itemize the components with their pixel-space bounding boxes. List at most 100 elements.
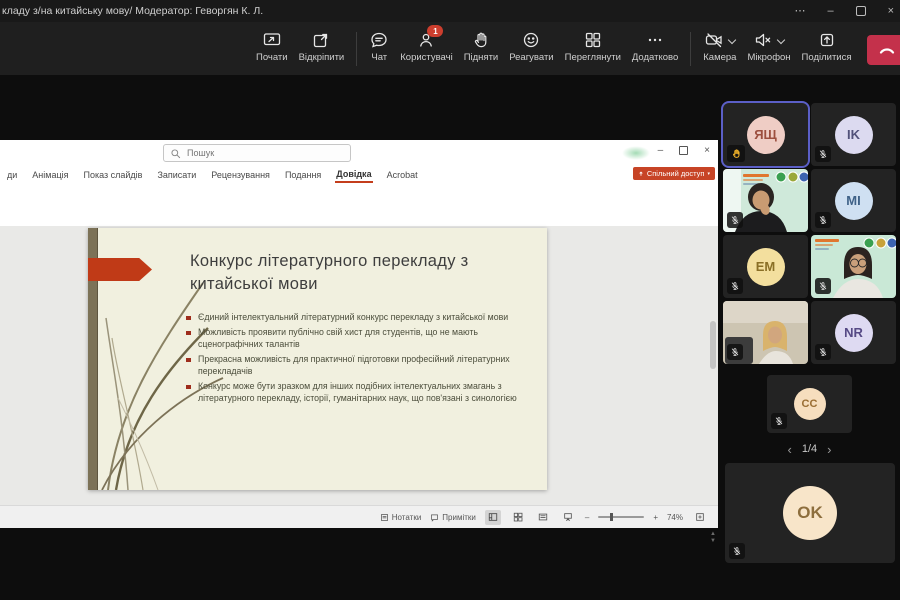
raise-hand-button[interactable]: Підняти: [460, 28, 503, 65]
avatar: ЯЩ: [747, 116, 785, 154]
toolbar-item-label: Реагувати: [509, 52, 553, 63]
participant-tile-ik[interactable]: IK: [811, 103, 896, 166]
participants-button[interactable]: 1 Користувачі: [396, 28, 456, 65]
previous-page-icon[interactable]: ‹: [788, 443, 792, 456]
chat-icon: [369, 30, 389, 50]
ppt-search-box[interactable]: [163, 144, 351, 162]
normal-view-button[interactable]: [485, 510, 501, 525]
tab-review[interactable]: Рецензування: [210, 168, 271, 182]
slide-bullet-list: Єдиний інтелектуальний літературний конк…: [186, 312, 544, 408]
slide-nav-arrows[interactable]: ▲▼: [709, 531, 717, 545]
zoom-slider[interactable]: [598, 516, 644, 518]
tab-record[interactable]: Записати: [156, 168, 197, 182]
scrollbar-thumb[interactable]: [710, 321, 716, 369]
tab-acrobat[interactable]: Acrobat: [386, 168, 419, 182]
reading-view-button[interactable]: [535, 510, 551, 525]
slide-bullet: Єдиний інтелектуальний літературний конк…: [186, 312, 544, 323]
chat-button[interactable]: Чат: [365, 28, 393, 65]
ppt-minimize-icon[interactable]: –: [658, 145, 664, 156]
avatar: OK: [783, 486, 837, 540]
participant-tile-mi[interactable]: MI: [811, 169, 896, 232]
leave-button[interactable]: Вийти: [867, 35, 900, 65]
tab-animation[interactable]: Анімація: [31, 168, 69, 182]
ppt-close-icon[interactable]: ×: [704, 145, 710, 156]
notes-toggle[interactable]: Нотатки: [380, 513, 422, 522]
comments-toggle[interactable]: Примітки: [430, 513, 476, 522]
ppt-share-label: Спільний доступ: [647, 169, 705, 178]
window-minimize-icon[interactable]: –: [827, 6, 833, 17]
zoom-in-button[interactable]: +: [653, 513, 658, 522]
toolbar-item-label: Поділитися: [802, 52, 852, 63]
mic-muted-icon: [815, 278, 831, 294]
tab-view[interactable]: Подання: [284, 168, 322, 182]
avatar: MI: [835, 182, 873, 220]
mic-muted-icon: [727, 212, 743, 228]
slide-bullet: Можливість проявити публічно свій хист д…: [186, 327, 544, 350]
camera-options-chevron-icon[interactable]: [728, 36, 736, 44]
window-titlebar: кладу з/на китайську мову/ Модератор: Ге…: [0, 0, 900, 22]
toolbar-item-label: Мікрофон: [747, 52, 790, 63]
ppt-status-bar: Нотатки Примітки –: [0, 505, 718, 528]
participant-tile-em[interactable]: EM: [723, 235, 808, 298]
teams-meeting-window: кладу з/на китайську мову/ Модератор: Ге…: [0, 0, 900, 600]
more-options-button[interactable]: Додатково: [628, 28, 682, 65]
participant-tile-video-2[interactable]: [811, 235, 896, 298]
zoom-percent[interactable]: 74%: [667, 513, 683, 522]
mic-muted-icon: [753, 30, 773, 50]
share-up-icon: [817, 30, 837, 50]
slide-bullet: Прекрасна можливість для практичної підг…: [186, 354, 544, 377]
share-screen-button[interactable]: Поділитися: [798, 28, 856, 65]
ppt-scrollbar[interactable]: ▲▼: [709, 316, 717, 586]
mic-muted-icon: [727, 278, 743, 294]
slide-bullet: Конкурс може бути зразком для інших поді…: [186, 381, 544, 404]
participant-tile-ok[interactable]: OK: [725, 463, 895, 563]
window-close-icon[interactable]: ×: [888, 6, 894, 17]
participant-tile-nr[interactable]: NR: [811, 301, 896, 364]
participant-tile-cc[interactable]: CC: [767, 375, 852, 433]
participant-tile-yashch[interactable]: ЯЩ: [723, 103, 808, 166]
slide-sorter-view-button[interactable]: [510, 510, 526, 525]
slide-arrow-accent: [88, 258, 152, 281]
next-page-icon[interactable]: ›: [827, 443, 831, 456]
raised-hand-icon: [727, 145, 745, 162]
microphone-options-chevron-icon[interactable]: [777, 36, 785, 44]
mic-muted-icon: [727, 344, 743, 360]
participant-tile-video-3[interactable]: [723, 301, 808, 364]
window-more-icon[interactable]: ⋯: [794, 6, 805, 17]
react-button[interactable]: Реагувати: [505, 28, 557, 65]
avatar: NR: [835, 314, 873, 352]
fit-to-window-button[interactable]: [692, 510, 708, 525]
participant-tile-video-1[interactable]: [723, 169, 808, 232]
tab-cutoff[interactable]: ди: [6, 168, 18, 182]
tab-slideshow[interactable]: Показ слайдів: [82, 168, 143, 182]
camera-button[interactable]: Камера: [699, 28, 740, 65]
view-button[interactable]: Переглянути: [561, 28, 625, 65]
search-input[interactable]: [185, 147, 329, 159]
zoom-out-button[interactable]: –: [585, 513, 589, 522]
window-maximize-icon[interactable]: [856, 6, 866, 16]
microphone-button[interactable]: Мікрофон: [743, 28, 794, 65]
mic-muted-icon: [771, 413, 787, 429]
ppt-share-button[interactable]: Спільний доступ ▾: [633, 167, 715, 180]
slide-title: Конкурс літературного перекладу з китайс…: [190, 250, 540, 296]
reaction-overlay: [622, 146, 650, 160]
screen-share-start-icon: [262, 30, 282, 50]
zoom-slider-thumb[interactable]: [610, 513, 613, 521]
start-share-button[interactable]: Почати: [252, 28, 292, 65]
slideshow-view-button[interactable]: [560, 510, 576, 525]
filmstrip-pagination: ‹ 1/4 ›: [723, 440, 896, 458]
toolbar-item-label: Камера: [703, 52, 736, 63]
participants-count-badge: 1: [427, 25, 443, 37]
mic-muted-icon: [815, 146, 831, 162]
unpin-button[interactable]: Відкріпити: [295, 28, 349, 65]
camera-off-icon: [704, 30, 724, 50]
meeting-toolbar: Почати Відкріпити Чат 1 Корист: [0, 22, 900, 76]
mic-muted-icon: [729, 543, 745, 559]
mic-muted-icon: [815, 212, 831, 228]
avatar: EM: [747, 248, 785, 286]
search-icon: [170, 148, 181, 159]
tab-help[interactable]: Довідка: [335, 167, 372, 183]
ppt-maximize-icon[interactable]: [679, 146, 688, 155]
toolbar-item-label: Додатково: [632, 52, 678, 63]
comments-icon: [430, 513, 439, 522]
